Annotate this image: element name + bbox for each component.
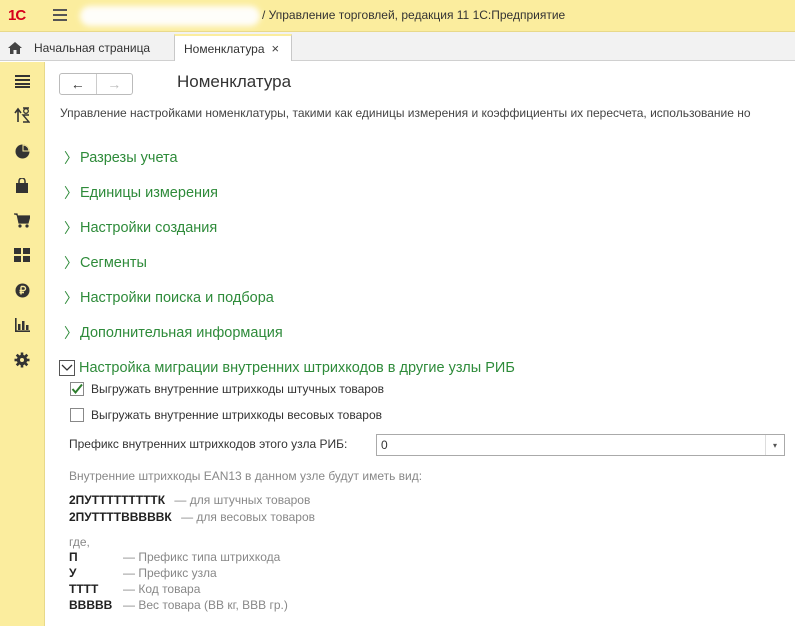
main-menu-icon[interactable] — [53, 9, 67, 21]
forward-button[interactable]: → — [97, 74, 133, 94]
tab-home[interactable]: Начальная страница — [0, 34, 168, 61]
checkmark-icon — [71, 383, 83, 395]
section-label: Разрезы учета — [80, 150, 178, 166]
tab-bar: Начальная страница Номенклатура × — [0, 32, 795, 61]
prefix-value: 0 — [381, 438, 388, 452]
legend-row: У — Префикс узла — [69, 566, 217, 580]
close-icon[interactable]: × — [272, 41, 280, 56]
redacted-title-area — [80, 6, 260, 26]
chevron-right-icon: 〉 — [64, 290, 78, 306]
tab-nomenclature-label: Номенклатура — [184, 41, 265, 56]
back-button[interactable]: ← — [60, 74, 97, 94]
shopping-bag-icon[interactable] — [13, 176, 31, 194]
chevron-right-icon: 〉 — [64, 255, 78, 271]
legend-row: П — Префикс типа штрихкода — [69, 550, 280, 564]
tab-home-label: Начальная страница — [34, 40, 151, 55]
ruble-icon[interactable] — [13, 281, 31, 299]
section-creation-settings[interactable]: 〉 Настройки создания — [64, 218, 217, 238]
chevron-right-icon: 〉 — [64, 150, 78, 166]
section-label: Дополнительная информация — [80, 325, 283, 341]
section-search-settings[interactable]: 〉 Настройки поиска и подбора — [64, 288, 274, 308]
chevron-down-icon — [59, 360, 75, 376]
legend-desc: — Префикс узла — [123, 566, 217, 580]
title-bar: 1С / Управление торговлей, редакция 11 1… — [0, 0, 795, 32]
format-desc: — для весовых товаров — [181, 510, 315, 524]
chevron-right-icon: 〉 — [64, 185, 78, 201]
page-title: Номенклатура — [177, 72, 292, 91]
checkbox-checked[interactable] — [70, 382, 84, 396]
cart-icon[interactable] — [13, 211, 31, 229]
barcode-info-heading: Внутренние штрихкоды EAN13 в данном узле… — [69, 469, 423, 483]
option-export-piece-barcodes[interactable]: Выгружать внутренние штрихкоды штучных т… — [70, 382, 384, 396]
sidebar — [0, 62, 45, 626]
legend-key: У — [69, 566, 77, 580]
legend-row: ТТТТ — Код товара — [69, 582, 200, 596]
option-label: Выгружать внутренние штрихкоды весовых т… — [91, 408, 382, 422]
legend-key: ВВВВВ — [69, 598, 113, 612]
format-row: 2ПУТТТТТТТТТК — для штучных товаров — [69, 493, 310, 507]
format-desc: — для штучных товаров — [174, 493, 311, 507]
bar-chart-icon[interactable] — [13, 316, 31, 334]
chevron-right-icon: 〉 — [64, 325, 78, 341]
nav-buttons: ← → — [59, 73, 133, 95]
section-barcode-migration[interactable]: Настройка миграции внутренних штрихкодов… — [59, 358, 515, 378]
app-logo: 1С — [8, 7, 26, 24]
checkbox-unchecked[interactable] — [70, 408, 84, 422]
pie-chart-icon[interactable] — [13, 142, 31, 160]
format-code: 2ПУТТТТТТТТТК — [69, 493, 166, 507]
section-label: Настройки создания — [80, 220, 218, 236]
section-label: Единицы измерения — [80, 185, 218, 201]
menu-icon[interactable] — [13, 72, 31, 90]
section-label: Настройки поиска и подбора — [80, 290, 274, 306]
option-export-weight-barcodes[interactable]: Выгружать внутренние штрихкоды весовых т… — [70, 408, 382, 422]
prefix-field[interactable]: 0 ▾ — [376, 434, 785, 456]
section-label: Настройка миграции внутренних штрихкодов… — [79, 360, 515, 376]
page-description: Управление настройками номенклатуры, так… — [60, 106, 751, 120]
format-code: 2ПУТТТТВВВВВК — [69, 510, 172, 524]
section-additional-info[interactable]: 〉 Дополнительная информация — [64, 323, 283, 343]
format-row: 2ПУТТТТВВВВВК — для весовых товаров — [69, 510, 315, 524]
app-title: / Управление торговлей, редакция 11 1С:П… — [262, 8, 566, 22]
section-units[interactable]: 〉 Единицы измерения — [64, 183, 218, 203]
legend-desc: — Код товара — [123, 582, 201, 596]
grid-icon[interactable] — [13, 246, 31, 264]
prefix-label: Префикс внутренних штрихкодов этого узла… — [69, 437, 348, 451]
section-label: Сегменты — [80, 255, 147, 271]
gear-icon[interactable] — [13, 351, 31, 369]
section-accounting-cuts[interactable]: 〉 Разрезы учета — [64, 148, 178, 168]
home-icon — [8, 41, 22, 54]
where-label: где, — [69, 535, 90, 549]
chevron-right-icon: 〉 — [64, 220, 78, 236]
legend-row: ВВВВВ — Вес товара (ВВ кг, ВВВ гр.) — [69, 598, 288, 612]
option-label: Выгружать внутренние штрихкоды штучных т… — [91, 382, 385, 396]
legend-key: ТТТТ — [69, 582, 99, 596]
section-segments[interactable]: 〉 Сегменты — [64, 253, 147, 273]
dropdown-arrow-icon[interactable]: ▾ — [765, 435, 784, 455]
tab-nomenclature[interactable]: Номенклатура × — [174, 34, 292, 61]
legend-desc: — Вес товара (ВВ кг, ВВВ гр.) — [123, 598, 288, 612]
sort-arrows-icon[interactable] — [13, 106, 31, 124]
legend-desc: — Префикс типа штрихкода — [123, 550, 281, 564]
main-content: ← → Номенклатура Управление настройками … — [46, 62, 795, 626]
legend-key: П — [69, 550, 78, 564]
